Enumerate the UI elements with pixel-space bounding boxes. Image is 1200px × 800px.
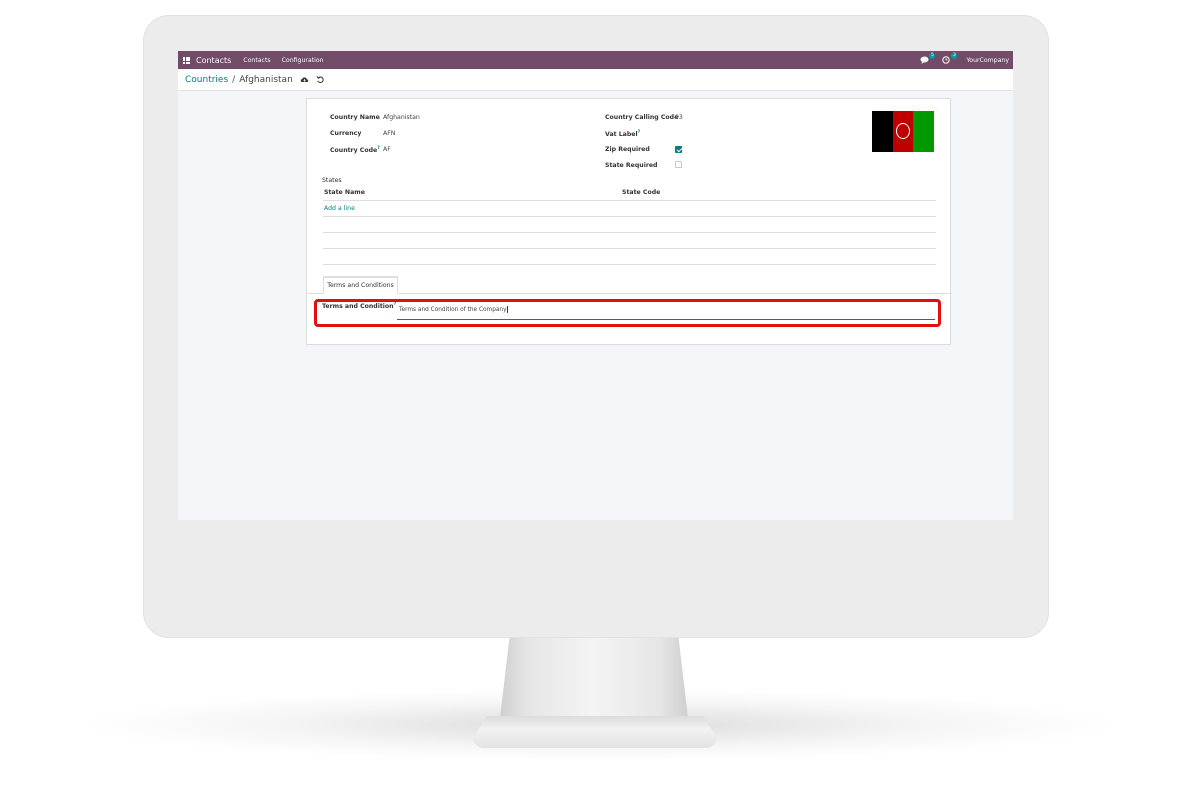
app-name[interactable]: Contacts xyxy=(196,56,231,65)
column-state-name[interactable]: State Name xyxy=(324,189,365,196)
country-code-label: Country Code? xyxy=(330,146,380,154)
calling-code-label: Country Calling Code xyxy=(605,114,679,121)
table-header-divider xyxy=(323,200,936,201)
notebook-divider xyxy=(307,293,952,294)
navbar-systray: 5 3 YourCompany xyxy=(920,53,1009,64)
table-row xyxy=(323,264,936,265)
flag-stripe-black xyxy=(872,111,893,152)
table-row xyxy=(323,216,936,217)
add-a-line-link[interactable]: Add a line xyxy=(324,205,355,212)
flag-emblem-icon xyxy=(896,123,910,139)
tab-terms-and-conditions[interactable]: Terms and Conditions xyxy=(323,276,398,294)
screen: Contacts Contacts Configuration 5 3 Your… xyxy=(178,51,1013,520)
breadcrumb-separator: / xyxy=(232,74,236,85)
table-row xyxy=(323,232,936,233)
apps-grid-icon[interactable] xyxy=(183,56,190,64)
top-navbar: Contacts Contacts Configuration 5 3 Your… xyxy=(178,51,1013,69)
country-code-field[interactable]: AF xyxy=(383,146,391,153)
save-cloud-icon[interactable] xyxy=(300,75,309,84)
company-name[interactable]: YourCompany xyxy=(966,57,1009,64)
zip-required-checkbox[interactable] xyxy=(675,146,682,153)
activity-badge: 3 xyxy=(951,53,958,59)
flag-stripe-green xyxy=(913,111,935,152)
calling-code-field[interactable]: 93 xyxy=(675,114,683,121)
country-name-label: Country Name xyxy=(330,114,380,121)
messages-badge: 5 xyxy=(929,53,936,59)
menu-configuration[interactable]: Configuration xyxy=(282,57,324,64)
highlight-annotation-box xyxy=(314,299,941,327)
currency-field[interactable]: AFN xyxy=(383,130,395,137)
breadcrumb-current: Afghanistan xyxy=(239,74,293,85)
vat-label-text: Vat Label xyxy=(605,131,638,139)
control-panel: Countries / Afghanistan xyxy=(178,69,1013,91)
help-tooltip-icon[interactable]: ? xyxy=(377,146,380,151)
zip-required-label: Zip Required xyxy=(605,146,650,153)
stage: Contacts Contacts Configuration 5 3 Your… xyxy=(0,0,1200,800)
state-required-checkbox[interactable] xyxy=(675,161,682,168)
breadcrumb-countries[interactable]: Countries xyxy=(185,75,228,85)
table-row xyxy=(323,248,936,249)
country-flag-image[interactable] xyxy=(872,111,935,152)
activity-clock-icon[interactable]: 3 xyxy=(942,53,958,64)
discard-undo-icon[interactable] xyxy=(316,75,325,84)
monitor-stand-neck xyxy=(500,638,688,718)
menu-contacts[interactable]: Contacts xyxy=(243,57,270,64)
state-required-label: State Required xyxy=(605,162,658,169)
column-state-code[interactable]: State Code xyxy=(622,189,660,196)
monitor-stand-base xyxy=(472,716,718,748)
currency-label: Currency xyxy=(330,130,362,137)
vat-label: Vat Label? xyxy=(605,130,640,138)
country-name-field[interactable]: Afghanistan xyxy=(383,114,420,121)
messages-icon[interactable]: 5 xyxy=(920,53,936,64)
help-tooltip-icon[interactable]: ? xyxy=(638,130,641,135)
country-code-label-text: Country Code xyxy=(330,147,378,155)
states-section-title: States xyxy=(322,177,342,184)
